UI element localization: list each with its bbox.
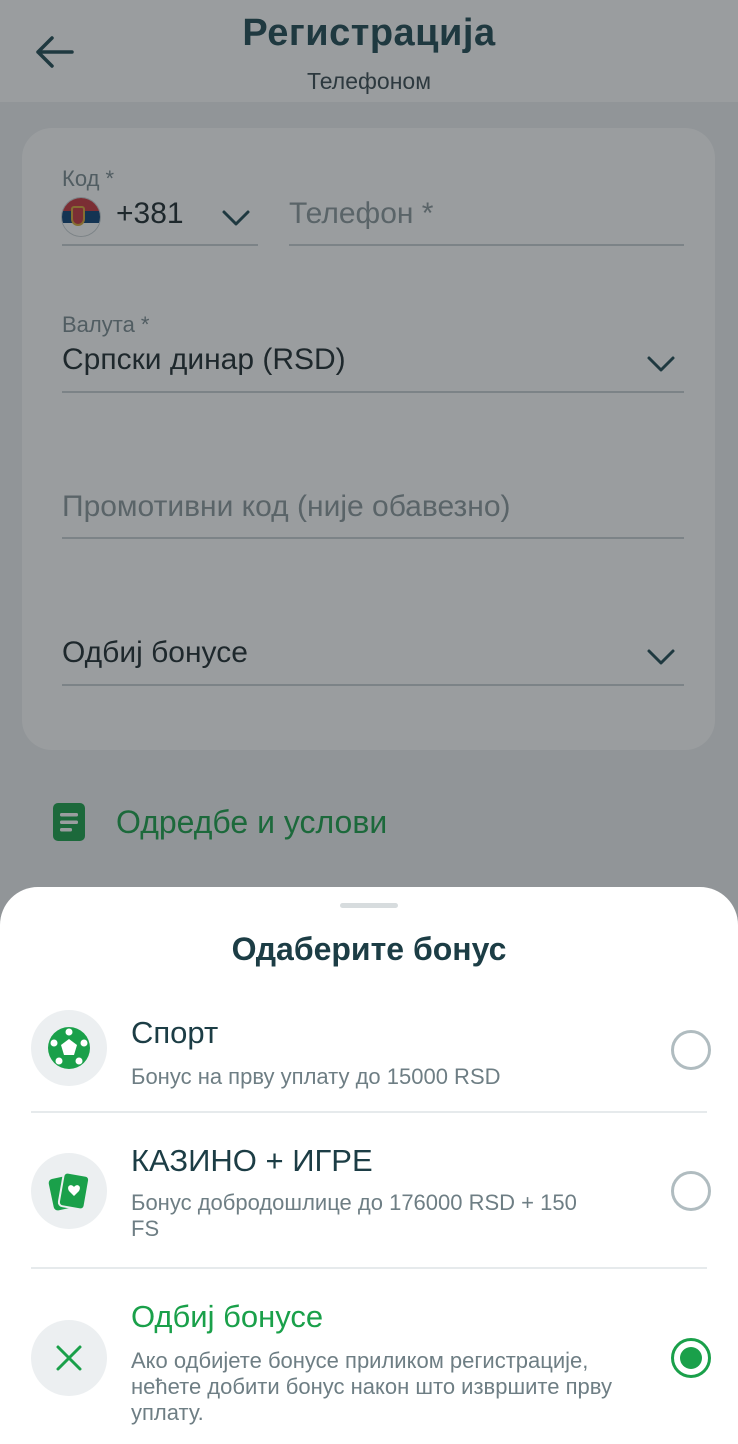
bonus-option-casino[interactable]: КАЗИНО + ИГРЕ Бонус добродошлице до 1760… <box>0 1125 738 1265</box>
divider <box>31 1267 707 1269</box>
sheet-grabber[interactable] <box>340 903 398 908</box>
cards-icon <box>48 1171 91 1211</box>
bonus-option-radio[interactable] <box>671 1171 711 1211</box>
sheet-title: Одаберите бонус <box>231 931 507 967</box>
bonus-option-icon <box>31 1320 107 1396</box>
bonus-option-title: КАЗИНО + ИГРЕ <box>131 1143 373 1178</box>
bonus-option-radio[interactable] <box>671 1030 711 1070</box>
bonus-option-radio-selected[interactable] <box>671 1338 711 1378</box>
bonus-option-sport[interactable]: Спорт Бонус на прву уплату до 15000 RSD <box>0 997 738 1109</box>
bonus-option-title: Одбиј бонусе <box>131 1299 324 1334</box>
bonus-option-description: Бонус на прву уплату до 15000 RSD <box>131 1064 501 1089</box>
bonus-bottom-sheet: Одаберите бонус Спорт Бонус на прву упла… <box>0 887 738 1444</box>
bonus-option-icon <box>31 1010 107 1086</box>
bonus-option-description: Бонус добродошлице до 176000 RSD + 150 F… <box>131 1190 577 1241</box>
close-icon <box>56 1345 82 1371</box>
divider <box>31 1111 707 1113</box>
bonus-option-title: Спорт <box>131 1015 219 1050</box>
bonus-option-description: Ако одбијете бонусе приликом регистрациј… <box>131 1348 612 1425</box>
soccer-ball-icon <box>48 1027 90 1069</box>
bonus-option-icon <box>31 1153 107 1229</box>
bonus-option-decline[interactable]: Одбиј бонусе Ако одбијете бонусе прилико… <box>0 1281 738 1441</box>
